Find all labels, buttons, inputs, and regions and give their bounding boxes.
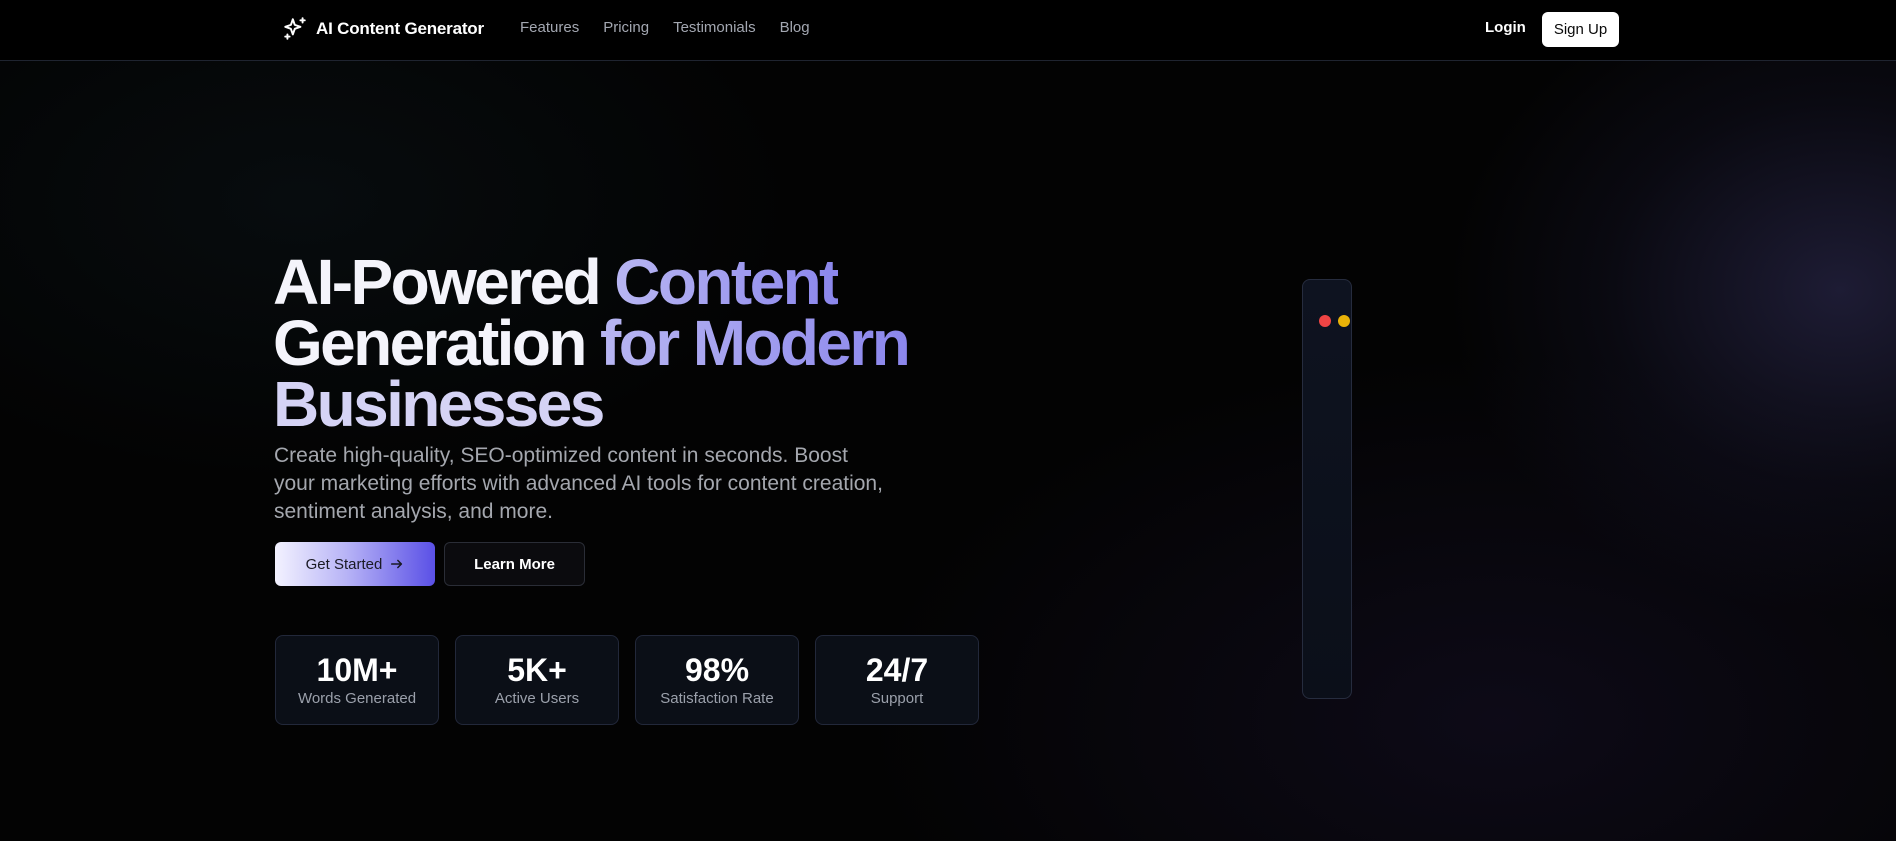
stat-label: Words Generated: [297, 689, 417, 707]
stat-value: 24/7: [865, 651, 929, 688]
app-preview-window: [1302, 279, 1352, 699]
nav-link-features[interactable]: Features: [520, 19, 579, 36]
brand-name: AI Content Generator: [316, 19, 484, 38]
stat-card-satisfaction: 98% Satisfaction Rate: [635, 635, 799, 725]
nav-link-pricing[interactable]: Pricing: [603, 19, 649, 36]
arrow-right-icon: [391, 559, 403, 569]
stat-value: 5K+: [507, 651, 567, 688]
signup-button[interactable]: Sign Up: [1542, 12, 1619, 47]
stat-label: Support: [870, 689, 924, 707]
hero-title: AI-Powered Content Generation for Modern B…: [273, 250, 973, 436]
stat-card-users: 5K+ Active Users: [455, 635, 619, 725]
landing-page: AI Content Generator Features Pricing Te…: [0, 0, 1896, 841]
stat-value: 10M+: [316, 651, 398, 688]
nav-links: Features Pricing Testimonials Blog: [520, 19, 810, 36]
learn-more-button[interactable]: Learn More: [444, 542, 585, 586]
stat-card-support: 24/7 Support: [815, 635, 979, 725]
login-link[interactable]: Login: [1485, 19, 1526, 36]
sparkles-icon: [284, 17, 306, 40]
nav-link-testimonials[interactable]: Testimonials: [673, 19, 756, 36]
hero-subtitle: Create high-quality, SEO-optimized conte…: [274, 444, 883, 523]
hero-title-part-4: for Modern: [600, 307, 911, 379]
stats-row: 10M+ Words Generated 5K+ Active Users 98…: [275, 635, 979, 725]
brand-logo[interactable]: AI Content Generator: [282, 16, 484, 42]
hero-title-part-5: Businesses: [273, 368, 605, 440]
stat-label: Active Users: [494, 689, 580, 707]
stat-label: Satisfaction Rate: [660, 689, 774, 707]
nav-link-blog[interactable]: Blog: [780, 19, 810, 36]
window-dot-yellow: [1338, 315, 1350, 327]
get-started-button[interactable]: Get Started: [275, 542, 435, 586]
window-dot-red: [1319, 315, 1331, 327]
stat-card-words: 10M+ Words Generated: [275, 635, 439, 725]
stat-value: 98%: [684, 651, 750, 688]
get-started-label: Get Started: [305, 555, 383, 573]
top-navbar: AI Content Generator Features Pricing Te…: [0, 0, 1896, 61]
